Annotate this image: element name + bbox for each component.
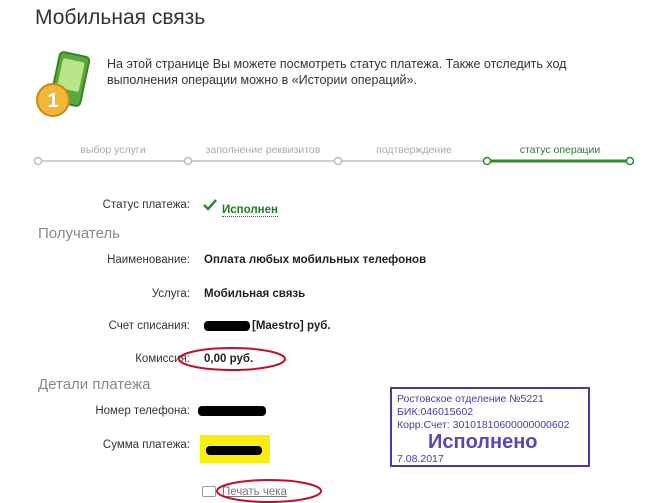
svg-text:1: 1 (47, 90, 58, 112)
status-value: Исполнен (222, 204, 278, 217)
stamp-bik: БИК:046015602 (397, 406, 474, 418)
phone-redaction (198, 406, 266, 416)
amount-redaction (206, 446, 262, 455)
bank-stamp: Ростовское отделение №5221 БИК:046015602… (390, 387, 590, 467)
fee-label: Комиссия: (135, 353, 190, 365)
progress-track (34, 156, 634, 166)
service-value: Мобильная связь (204, 288, 306, 300)
account-number-redaction (204, 321, 250, 331)
print-highlight-ellipse (216, 479, 322, 503)
phone-label: Номер телефона: (95, 405, 190, 417)
fee-highlight-ellipse (178, 347, 286, 371)
account-value: [Maestro] руб. (252, 320, 331, 332)
stamp-corr-account: Корр.Счет: 30101810600000000602 (397, 419, 570, 431)
progress-steps: выбор услуги заполнение реквизитов подтв… (34, 140, 634, 172)
stamp-executed: Исполнено (428, 431, 538, 453)
account-label: Счет списания: (108, 320, 190, 332)
amount-label: Сумма платежа: (102, 439, 190, 451)
page-title: Мобильная связь (35, 6, 206, 29)
stamp-branch: Ростовское отделение №5221 (397, 393, 544, 405)
recipient-heading: Получатель (38, 225, 120, 242)
status-label: Статус платежа: (102, 199, 190, 211)
check-icon (203, 199, 217, 211)
name-value: Оплата любых мобильных телефонов (204, 254, 427, 266)
name-label: Наименование: (107, 254, 190, 266)
intro-text: На этой странице Вы можете посмотреть ст… (107, 57, 567, 87)
mobile-payment-icon: 1 (36, 51, 91, 117)
details-heading: Детали платежа (38, 376, 151, 393)
service-label: Услуга: (151, 288, 190, 300)
stamp-date: 7.08.2017 (397, 453, 444, 465)
